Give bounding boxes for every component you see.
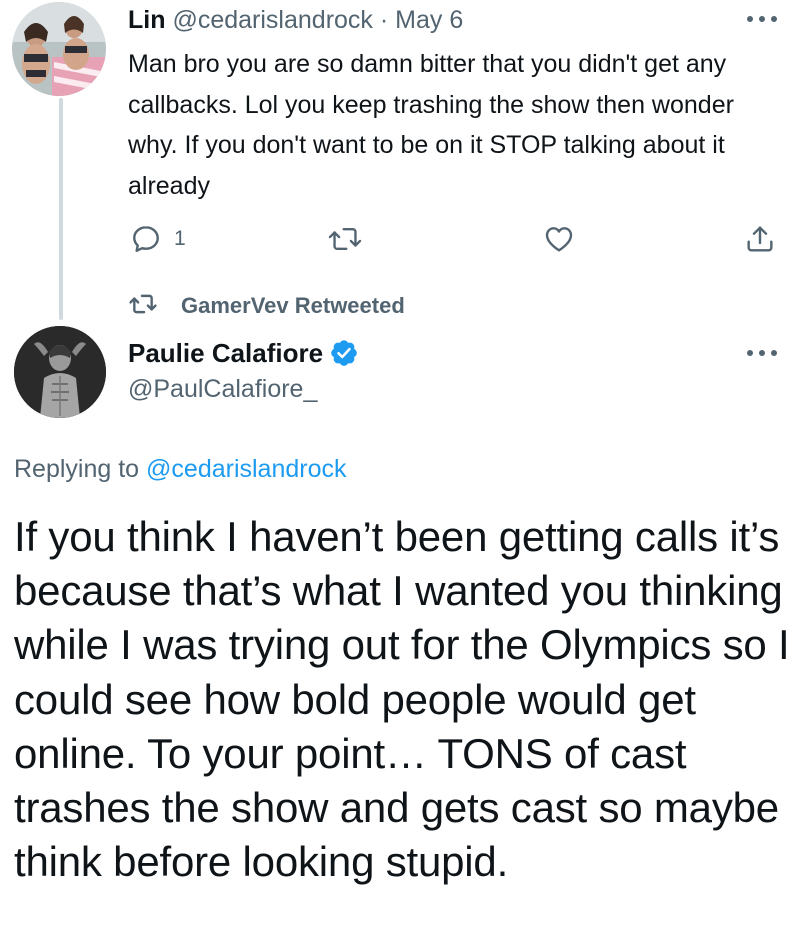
replying-to: Replying to @cedarislandrock: [14, 452, 347, 486]
author-handle[interactable]: @cedarislandrock: [172, 6, 372, 34]
more-horizontal-icon[interactable]: [747, 348, 777, 358]
more-horizontal-icon[interactable]: [747, 14, 777, 24]
thread-connector-line: [59, 98, 63, 320]
avatar[interactable]: [14, 326, 106, 418]
avatar-photo: [14, 326, 106, 418]
author-name[interactable]: Paulie Calafiore: [128, 336, 323, 370]
tweet-actions: 1: [128, 222, 788, 256]
retweet-button[interactable]: [328, 222, 362, 256]
header-separator: ·: [379, 6, 389, 34]
replying-mention-link[interactable]: @cedarislandrock: [146, 455, 346, 483]
tweet-header: Lin @cedarislandrock · May 6: [128, 4, 463, 36]
replying-prefix: Replying to: [14, 455, 140, 483]
avatar-photo: [12, 2, 106, 96]
verified-badge-icon: [331, 340, 357, 366]
author-handle[interactable]: @PaulCalafiore_: [128, 372, 317, 406]
reply-button[interactable]: 1: [130, 222, 186, 256]
retweet-icon: [328, 228, 362, 250]
avatar[interactable]: [12, 2, 106, 96]
tweet-date[interactable]: May 6: [395, 6, 463, 34]
tweet-text: If you think I haven’t been getting call…: [14, 513, 790, 886]
tweet-text: Man bro you are so damn bitter that you …: [128, 50, 734, 200]
author-name-row: Paulie Calafiore: [128, 336, 359, 370]
retweet-icon: [129, 294, 157, 314]
share-button[interactable]: [744, 222, 776, 256]
reply-icon: [133, 226, 159, 252]
like-button[interactable]: [542, 222, 576, 256]
author-name[interactable]: Lin: [128, 6, 166, 34]
reply-count: 1: [174, 227, 186, 250]
heart-icon: [545, 227, 573, 252]
retweet-banner-label[interactable]: GamerVev Retweeted: [181, 290, 405, 322]
share-icon: [747, 226, 773, 252]
